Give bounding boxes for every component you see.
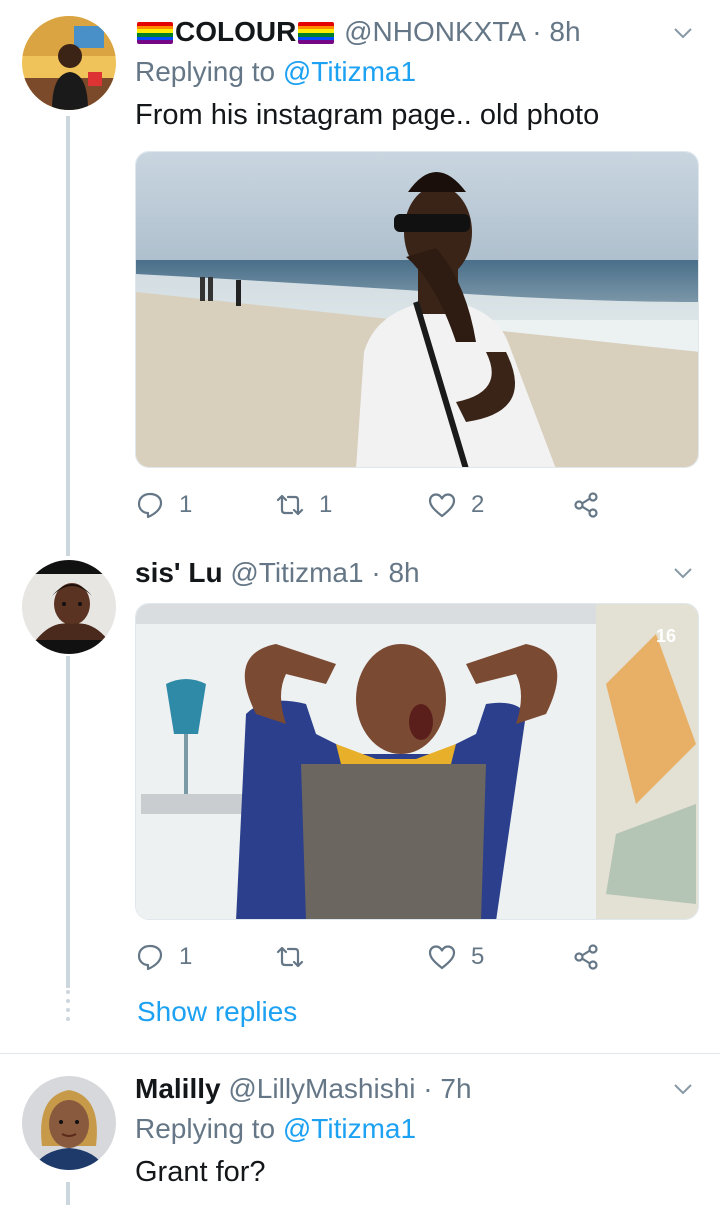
replying-prefix: Replying to [135, 56, 276, 87]
tweet-1[interactable]: COLOUR @NHONKXTA · 8h Replying to @Titiz… [0, 0, 720, 550]
timestamp[interactable]: 8h [549, 16, 580, 47]
separator-dot: · [423, 1073, 433, 1104]
thread-line [66, 116, 70, 550]
retweet-icon [276, 946, 304, 968]
share-button[interactable] [571, 487, 601, 523]
reply-button[interactable]: 1 [135, 487, 192, 523]
reply-button[interactable]: 1 [135, 939, 192, 975]
tweet-content: COLOUR @NHONKXTA · 8h Replying to @Titiz… [135, 14, 700, 134]
thread-line [66, 656, 70, 988]
retweet-button[interactable] [275, 939, 319, 975]
thread-line [66, 1182, 70, 1205]
display-name[interactable]: Malilly [135, 1073, 221, 1104]
chevron-down-icon[interactable] [672, 1078, 694, 1100]
avatar[interactable] [22, 1076, 116, 1170]
tweet-actions: 1 1 2 [135, 487, 605, 523]
rainbow-flag-icon [298, 22, 335, 44]
avatar[interactable] [22, 16, 116, 110]
share-icon [574, 492, 598, 518]
tweet-text: From his instagram page.. old photo [135, 99, 600, 131]
separator-dot: · [532, 16, 542, 47]
handle[interactable]: @Titizma1 [230, 557, 363, 588]
tweet-header: sis' Lu @Titizma1 · 8h [135, 555, 700, 591]
heart-icon [428, 493, 456, 518]
tweet-content: sis' Lu @Titizma1 · 8h [135, 555, 700, 591]
tweet-photo[interactable] [135, 151, 699, 468]
chevron-down-icon[interactable] [672, 22, 694, 44]
replying-prefix: Replying to [135, 1113, 276, 1144]
tweet-header: COLOUR @NHONKXTA · 8h [135, 14, 700, 50]
replying-to: Replying to @Titizma1 [135, 1111, 700, 1147]
tweet-text: Grant for? [135, 1156, 266, 1188]
thread-continuation-dots [66, 990, 70, 1024]
mention-link[interactable]: @Titizma1 [283, 1113, 416, 1144]
display-name[interactable]: COLOUR [175, 16, 296, 47]
like-count: 5 [471, 943, 485, 970]
like-button[interactable]: 5 [427, 939, 484, 975]
like-button[interactable]: 2 [427, 487, 484, 523]
show-replies-link[interactable]: Show replies [137, 996, 297, 1028]
reply-icon [137, 944, 163, 971]
tweet-header: Malilly @LillyMashishi · 7h [135, 1071, 700, 1107]
heart-icon [428, 945, 456, 970]
timestamp[interactable]: 7h [440, 1073, 471, 1104]
reply-count: 1 [179, 491, 193, 518]
tweet-photo[interactable]: 16 [135, 603, 699, 920]
reply-count: 1 [179, 943, 193, 970]
channel-badge: 16 [656, 626, 676, 646]
handle[interactable]: @NHONKXTA [344, 16, 524, 47]
tweet-3[interactable]: Malilly @LillyMashishi · 7h Replying to … [0, 1054, 720, 1205]
share-button[interactable] [571, 939, 601, 975]
retweet-icon [276, 494, 304, 516]
reply-icon [137, 492, 163, 519]
thread-line [66, 544, 70, 556]
avatar[interactable] [22, 560, 116, 654]
timestamp[interactable]: 8h [388, 557, 419, 588]
retweet-button[interactable]: 1 [275, 487, 332, 523]
handle[interactable]: @LillyMashishi [228, 1073, 415, 1104]
replying-to: Replying to @Titizma1 [135, 54, 700, 90]
chevron-down-icon[interactable] [672, 562, 694, 584]
tweet-actions: 1 5 [135, 939, 605, 975]
like-count: 2 [471, 491, 485, 518]
separator-dot: · [371, 557, 381, 588]
retweet-count: 1 [319, 491, 333, 518]
tweet-content: Malilly @LillyMashishi · 7h Replying to … [135, 1071, 700, 1191]
display-name[interactable]: sis' Lu [135, 557, 223, 588]
share-icon [574, 944, 598, 970]
mention-link[interactable]: @Titizma1 [283, 56, 416, 87]
tweet-2[interactable]: sis' Lu @Titizma1 · 8h 16 1 5 [0, 544, 720, 1053]
rainbow-flag-icon [137, 22, 173, 44]
